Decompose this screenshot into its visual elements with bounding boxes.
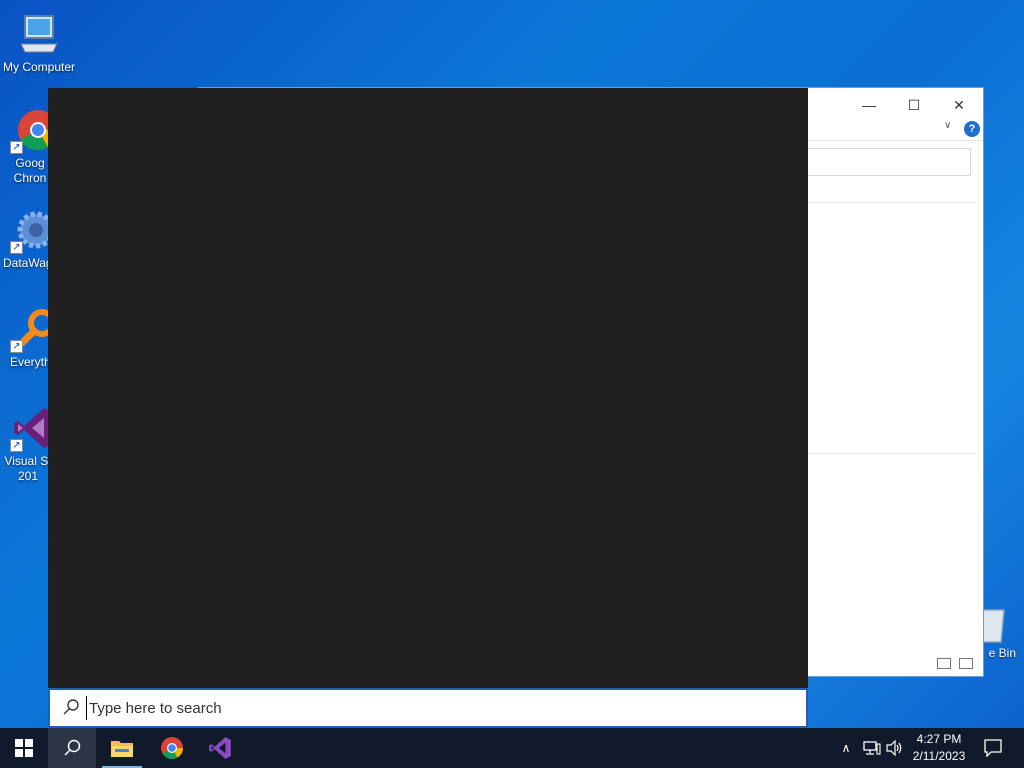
- view-toggle: [937, 658, 981, 672]
- clock[interactable]: 4:27 PM 2/11/2023: [906, 731, 972, 765]
- search-icon: [64, 739, 81, 756]
- ribbon-expand-icon[interactable]: ∨: [944, 120, 951, 131]
- start-button[interactable]: [0, 728, 48, 768]
- windows-logo-icon: [15, 739, 33, 757]
- visual-studio-icon: [209, 737, 231, 759]
- maximize-button[interactable]: ☐: [892, 92, 936, 118]
- show-hidden-icons-button[interactable]: ∧: [836, 728, 856, 768]
- help-icon[interactable]: ?: [964, 121, 980, 137]
- search-button[interactable]: [48, 728, 96, 768]
- desktop-icon-datawag[interactable]: ↗ DataWag: [0, 206, 55, 271]
- shortcut-arrow-icon: ↗: [10, 241, 23, 254]
- search-icon: [63, 699, 79, 715]
- visual-studio-button[interactable]: [196, 728, 244, 768]
- network-icon[interactable]: [860, 728, 884, 768]
- large-icons-view-icon[interactable]: [959, 658, 973, 669]
- clock-date: 2/11/2023: [912, 749, 966, 763]
- shortcut-arrow-icon: ↗: [10, 340, 23, 353]
- shortcut-arrow-icon: ↗: [10, 439, 23, 452]
- search-box[interactable]: [48, 688, 808, 728]
- desktop-icon-chrome[interactable]: ↗ Goog Chron: [0, 106, 58, 186]
- file-explorer-button[interactable]: [98, 728, 146, 768]
- desktop-icon-visual-studio[interactable]: ↗ Visual St 201: [0, 404, 54, 484]
- search-results-panel: [48, 88, 808, 688]
- chrome-button[interactable]: [148, 728, 196, 768]
- desktop-icon-label: Visual St 201: [4, 454, 52, 483]
- taskbar: ∧ 4:27 PM 2/11/2023: [0, 728, 1024, 768]
- close-button[interactable]: ✕: [937, 92, 981, 118]
- desktop-icon-label: My Computer: [2, 60, 76, 74]
- computer-icon: [15, 10, 63, 58]
- folder-icon: [111, 741, 133, 757]
- notification-icon: [984, 739, 1002, 757]
- shortcut-arrow-icon: ↗: [10, 141, 23, 154]
- action-center-button[interactable]: [978, 728, 1008, 768]
- clock-time: 4:27 PM: [916, 732, 962, 746]
- details-view-icon[interactable]: [937, 658, 951, 669]
- search-input[interactable]: [86, 696, 786, 720]
- chrome-icon: [161, 737, 183, 759]
- volume-icon[interactable]: [884, 728, 906, 768]
- desktop-icon-label: Goog Chron: [13, 156, 47, 185]
- desktop-icon-everything[interactable]: ↗ Everyth: [0, 305, 56, 370]
- minimize-button[interactable]: —: [847, 92, 891, 118]
- desktop-icon-my-computer[interactable]: My Computer: [0, 10, 78, 75]
